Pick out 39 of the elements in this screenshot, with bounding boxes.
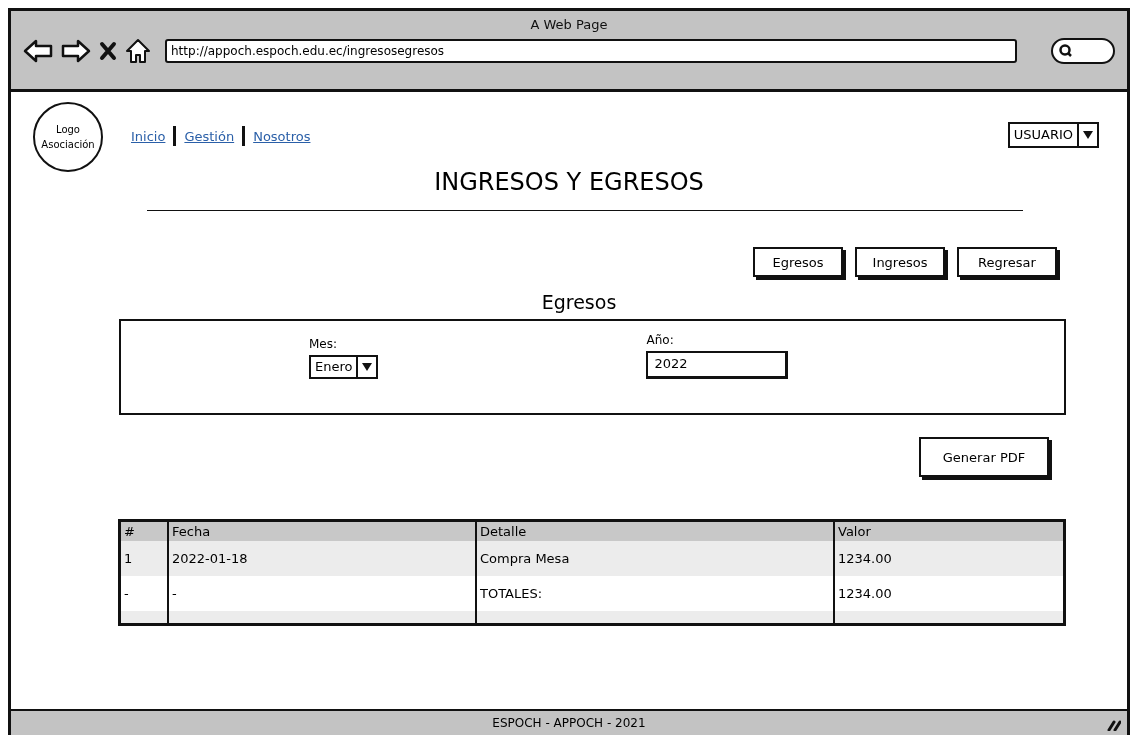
back-icon[interactable] bbox=[23, 38, 53, 64]
footer-text: ESPOCH - APPOCH - 2021 bbox=[492, 716, 646, 730]
action-button[interactable]: Regresar bbox=[957, 247, 1057, 277]
forward-icon[interactable] bbox=[61, 38, 91, 64]
caret-icon bbox=[1083, 131, 1093, 139]
table-cell: 1 bbox=[119, 541, 168, 576]
table-cell: - bbox=[168, 576, 476, 611]
table-cell: TOTALES: bbox=[476, 576, 834, 611]
section-title: Egresos bbox=[540, 291, 618, 313]
user-dropdown[interactable]: USUARIO bbox=[1007, 122, 1099, 148]
column-header: # bbox=[119, 520, 168, 541]
address-field[interactable]: http://appoch.espoch.edu.ec/ingresosegresos bbox=[165, 39, 1017, 63]
nav-link[interactable]: Inicio bbox=[131, 128, 166, 144]
table-cell: 2022-01-18 bbox=[168, 541, 476, 576]
caret-icon bbox=[362, 363, 373, 371]
page-title: INGRESOS Y EGRESOS bbox=[433, 168, 705, 196]
home-icon[interactable] bbox=[125, 38, 151, 64]
table-cell: Compra Mesa bbox=[476, 541, 834, 576]
action-button[interactable]: Egresos bbox=[753, 247, 843, 277]
nav-link[interactable]: Nosotros bbox=[253, 128, 311, 144]
nav-link[interactable]: Gestión bbox=[184, 128, 235, 144]
resize-icon bbox=[1107, 719, 1121, 731]
table-cell: 1234.00 bbox=[834, 576, 1065, 611]
table-cell: - bbox=[119, 576, 168, 611]
search-field[interactable] bbox=[1051, 38, 1115, 64]
year-label: Año: bbox=[646, 333, 675, 347]
column-header: Valor bbox=[834, 520, 1065, 541]
column-header: Detalle bbox=[476, 520, 834, 541]
window-title: A Web Page bbox=[530, 17, 608, 32]
month-label: Mes: bbox=[309, 337, 339, 351]
table-cell: 1234.00 bbox=[834, 541, 1065, 576]
search-icon bbox=[1059, 44, 1073, 58]
close-icon[interactable] bbox=[99, 41, 117, 61]
action-button[interactable]: Ingresos bbox=[855, 247, 945, 277]
logo: Logo Asociación bbox=[33, 102, 103, 172]
month-dropdown[interactable]: Enero bbox=[309, 355, 379, 379]
column-header: Fecha bbox=[168, 520, 476, 541]
generate-pdf-button[interactable]: Generar PDF bbox=[919, 437, 1049, 477]
year-field[interactable]: 2022 bbox=[646, 351, 789, 379]
